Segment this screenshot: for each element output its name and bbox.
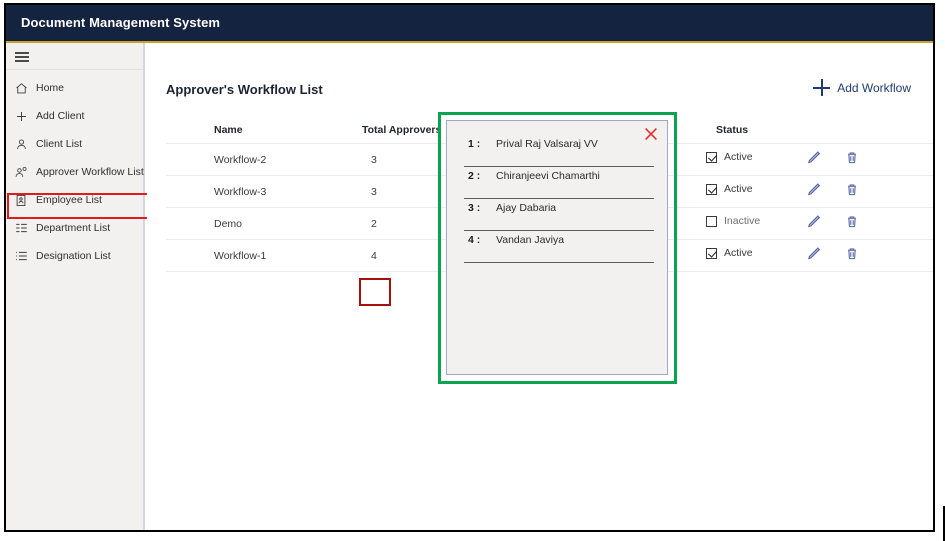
cell-total-approvers[interactable]: 3 [371,186,377,198]
trash-icon[interactable] [845,214,859,229]
approver-index: 1 : [468,138,481,150]
sidebar-item-add-client[interactable]: Add Client [6,102,145,130]
sidebar-item-label: Designation List [36,250,111,262]
application-window: Document Management System Home Add Clie… [4,3,935,532]
approver-index: 2 : [468,170,481,182]
sidebar-item-label: Employee List [36,194,102,206]
cell-status: Active [706,151,753,163]
column-header-name: Name [214,124,243,136]
sidebar-item-label: Client List [36,138,83,150]
sidebar-item-home[interactable]: Home [6,74,145,102]
add-workflow-label: Add Workflow [837,80,911,95]
sidebar-item-label: Approver Workflow List [36,166,144,178]
sidebar-toggle-button[interactable] [6,43,143,70]
list-item: 4 : Vandan Javiya [464,231,654,263]
annotation-box-total-approvers-cell [359,278,391,306]
list-item: 3 : Ajay Dabaria [464,199,654,231]
sidebar-item-designation-list[interactable]: Designation List [6,242,145,270]
sidebar-item-approver-workflow-list[interactable]: Approver Workflow List [6,158,145,186]
list-icon [6,250,36,262]
approver-name: Vandan Javiya [496,234,565,246]
add-workflow-button[interactable]: Add Workflow [813,79,911,96]
plus-icon [813,79,831,96]
cell-total-approvers[interactable]: 2 [371,218,377,230]
list-detail-icon [6,222,36,234]
cell-name: Workflow-3 [214,186,267,198]
plus-icon [6,110,36,123]
cell-actions [806,150,859,165]
cell-status: Active [706,247,753,259]
trash-icon[interactable] [845,246,859,261]
sidebar-item-employee-list[interactable]: Employee List [6,186,145,214]
app-header-bar: Document Management System [6,5,933,41]
status-label: Inactive [724,215,761,227]
status-label: Active [724,151,753,163]
hamburger-menu-icon [15,52,29,62]
cell-actions [806,182,859,197]
pencil-icon[interactable] [806,182,821,197]
cell-name: Workflow-2 [214,154,267,166]
sidebar-item-client-list[interactable]: Client List [6,130,145,158]
home-icon [6,82,36,95]
approver-name: Ajay Dabaria [496,202,557,214]
status-checkbox[interactable] [706,151,717,163]
person-settings-icon [6,166,36,179]
cell-name: Demo [214,218,243,230]
column-header-total-approvers: Total Approvers [362,124,442,136]
cell-status: Active [706,183,753,195]
status-checkbox[interactable] [706,215,717,227]
approver-name: Prival Raj Valsaraj VV [496,138,598,150]
approvers-list: 1 : Prival Raj Valsaraj VV 2 : Chiranjee… [464,135,654,263]
list-item: 1 : Prival Raj Valsaraj VV [464,135,654,167]
status-checkbox[interactable] [706,247,717,259]
pencil-icon[interactable] [806,214,821,229]
cell-actions [806,214,859,229]
trash-icon[interactable] [845,150,859,165]
list-item: 2 : Chiranjeevi Chamarthi [464,167,654,199]
approvers-modal: 1 : Prival Raj Valsaraj VV 2 : Chiranjee… [446,120,668,375]
status-checkbox[interactable] [706,183,717,195]
approver-name: Chiranjeevi Chamarthi [496,170,600,182]
pencil-icon[interactable] [806,150,821,165]
sidebar-item-label: Home [36,82,65,94]
trash-icon[interactable] [845,182,859,197]
approver-index: 3 : [468,202,481,214]
status-label: Active [724,247,753,259]
sidebar-item-label: Department List [36,222,111,234]
column-header-status: Status [716,124,749,136]
approver-index: 4 : [468,234,481,246]
app-title: Document Management System [21,15,221,30]
sidebar-item-label: Add Client [36,110,85,122]
cell-status: Inactive [706,215,760,227]
page-title: Approver's Workflow List [166,82,323,97]
sidebar-navigation: Home Add Client Client List Approver Wor… [6,43,151,530]
cell-name: Workflow-1 [214,250,267,262]
cell-total-approvers[interactable]: 4 [371,250,377,262]
person-icon [6,138,36,151]
employee-badge-icon [6,194,36,207]
status-label: Active [724,183,753,195]
pencil-icon[interactable] [806,246,821,261]
sidebar-item-department-list[interactable]: Department List [6,214,145,242]
cell-total-approvers[interactable]: 3 [371,154,377,166]
main-content-area: Approver's Workflow List Add Workflow Na… [147,43,933,530]
cell-actions [806,246,859,261]
